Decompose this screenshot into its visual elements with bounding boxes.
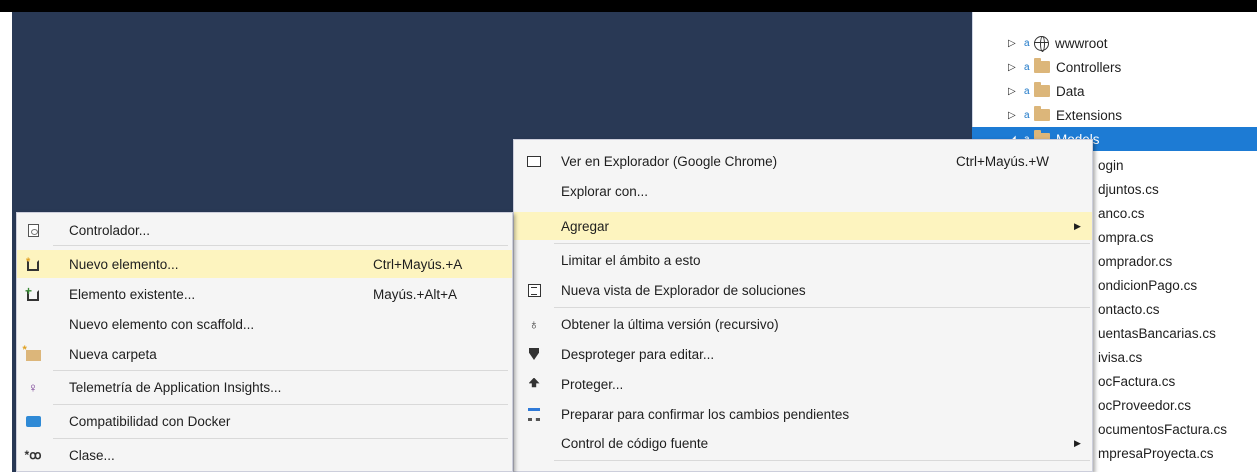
tree-file[interactable]: ocumentosFactura.cs	[1098, 417, 1257, 441]
menu-item-new-solution-explorer-view[interactable]: Nueva vista de Explorador de soluciones	[514, 276, 1092, 304]
menu-item-label: Nueva vista de Explorador de soluciones	[561, 282, 806, 298]
tree-file[interactable]: ogin	[1098, 153, 1257, 177]
tree-item-data[interactable]: ▷ a Data	[972, 79, 1257, 103]
tree-file[interactable]: ondicionPago.cs	[1098, 273, 1257, 297]
menu-separator	[53, 370, 508, 371]
add-submenu: Controlador... * Nuevo elemento... Ctrl+…	[16, 212, 513, 472]
tree-file[interactable]: omprador.cs	[1098, 249, 1257, 273]
menu-item-label: Proteger...	[561, 376, 624, 392]
menu-item-checkin[interactable]: Proteger...	[514, 370, 1092, 398]
tree-file[interactable]: anco.cs	[1098, 201, 1257, 225]
tree-file[interactable]: ocProveedor.cs	[1098, 393, 1257, 417]
folder-icon	[1034, 106, 1050, 121]
menu-item-label: Nueva carpeta	[69, 346, 157, 362]
menu-item-new-item[interactable]: * Nuevo elemento... Ctrl+Mayús.+A	[17, 250, 512, 278]
new-window-icon	[526, 282, 542, 298]
get-latest-icon: ♁	[528, 316, 540, 332]
tree-item-label: Controllers	[1056, 59, 1122, 75]
new-item-icon: *	[25, 256, 41, 272]
menu-item-label: Desproteger para editar...	[561, 346, 715, 362]
existing-item-icon: +	[25, 284, 41, 302]
tree-file[interactable]: mpresaProyecta.cs	[1098, 441, 1257, 465]
menu-separator	[53, 404, 508, 405]
menu-item-controller[interactable]: Controlador...	[17, 216, 512, 244]
new-folder-icon: *	[23, 344, 41, 362]
submenu-arrow-icon: ▶	[1074, 220, 1081, 231]
menu-item-label: Compatibilidad con Docker	[69, 413, 231, 429]
menu-item-label: Obtener la última versión (recursivo)	[561, 316, 779, 332]
menu-item-label: Ver en Explorador (Google Chrome)	[561, 153, 778, 169]
menu-separator	[53, 245, 508, 246]
docker-icon	[25, 413, 41, 429]
tree-item-label: Extensions	[1056, 107, 1123, 123]
folder-icon	[1034, 82, 1050, 97]
menu-item-label: Elemento existente...	[69, 286, 196, 302]
expand-triangle-icon[interactable]: ▷	[1008, 38, 1018, 49]
lock-icon: a	[1024, 85, 1030, 97]
menu-item-label: Limitar el ámbito a esto	[561, 252, 701, 268]
controller-icon	[25, 222, 41, 238]
tree-item-wwwroot[interactable]: ▷ a wwwroot	[972, 31, 1257, 55]
menu-item-class[interactable]: *ꝏ Clase...	[17, 441, 512, 469]
menu-item-label: Controlador...	[69, 222, 151, 238]
top-bar	[0, 0, 1257, 12]
menu-item-label: Telemetría de Application Insights...	[69, 379, 282, 395]
tree-item-controllers[interactable]: ▷ a Controllers	[972, 55, 1257, 79]
lock-icon: a	[1024, 37, 1030, 49]
class-icon: *ꝏ	[24, 448, 42, 462]
menu-item-label: Nuevo elemento...	[69, 256, 179, 272]
menu-separator	[554, 307, 1090, 308]
tree-file[interactable]: djuntos.cs	[1098, 177, 1257, 201]
menu-item-browse-with[interactable]: Explorar con...	[514, 177, 1092, 205]
menu-item-pending-changes[interactable]: Preparar para confirmar los cambios pend…	[514, 400, 1092, 428]
menu-separator	[53, 438, 508, 439]
menu-item-view-in-browser[interactable]: Ver en Explorador (Google Chrome) Ctrl+M…	[514, 147, 1092, 175]
lock-icon: a	[1024, 109, 1030, 121]
tree-item-label: Data	[1056, 83, 1085, 99]
folder-icon	[1034, 58, 1050, 73]
context-menu: Ver en Explorador (Google Chrome) Ctrl+M…	[513, 139, 1093, 472]
expand-triangle-icon[interactable]: ▷	[1008, 86, 1018, 97]
menu-item-docker[interactable]: Compatibilidad con Docker	[17, 407, 512, 435]
menu-item-scaffold[interactable]: Nuevo elemento con scaffold...	[17, 310, 512, 338]
menu-separator	[554, 460, 1090, 461]
browser-icon	[526, 153, 542, 169]
menu-item-scope-to-this[interactable]: Limitar el ámbito a esto	[514, 246, 1092, 274]
pending-changes-icon	[526, 406, 542, 422]
menu-item-new-folder[interactable]: * Nueva carpeta	[17, 340, 512, 368]
tree-file[interactable]: ompra.cs	[1098, 225, 1257, 249]
globe-icon	[1034, 35, 1049, 52]
menu-item-label: Nuevo elemento con scaffold...	[69, 316, 255, 332]
menu-item-shortcut: Mayús.+Alt+A	[373, 286, 458, 302]
tree-file[interactable]: ontacto.cs	[1098, 297, 1257, 321]
checkout-icon	[526, 346, 542, 362]
menu-separator	[554, 243, 1090, 244]
expand-triangle-icon[interactable]: ▷	[1008, 62, 1018, 73]
checkin-icon	[526, 376, 542, 392]
tree-file[interactable]: uentasBancarias.cs	[1098, 321, 1257, 345]
menu-item-shortcut: Ctrl+Mayús.+A	[373, 256, 463, 272]
submenu-arrow-icon: ▶	[1074, 437, 1081, 448]
menu-item-label: Agregar	[561, 218, 610, 234]
tree-file[interactable]: ocFactura.cs	[1098, 369, 1257, 393]
menu-item-checkout[interactable]: Desproteger para editar...	[514, 340, 1092, 368]
menu-item-app-insights[interactable]: ♀ Telemetría de Application Insights...	[17, 373, 512, 401]
menu-item-add[interactable]: Agregar ▶	[514, 212, 1092, 240]
menu-item-source-control[interactable]: Control de código fuente ▶	[514, 429, 1092, 457]
menu-item-shortcut: Ctrl+Mayús.+W	[956, 153, 1050, 169]
app-insights-icon: ♀	[28, 379, 38, 395]
tree-file[interactable]: ivisa.cs	[1098, 345, 1257, 369]
tree-item-extensions[interactable]: ▷ a Extensions	[972, 103, 1257, 127]
tree-item-label: wwwroot	[1055, 35, 1108, 51]
menu-item-label: Explorar con...	[561, 183, 649, 199]
menu-item-label: Preparar para confirmar los cambios pend…	[561, 406, 850, 422]
expand-triangle-icon[interactable]: ▷	[1008, 110, 1018, 121]
menu-item-get-latest[interactable]: ♁ Obtener la última versión (recursivo)	[514, 310, 1092, 338]
lock-icon: a	[1024, 61, 1030, 73]
menu-item-existing-item[interactable]: + Elemento existente... Mayús.+Alt+A	[17, 280, 512, 308]
menu-item-label: Clase...	[69, 447, 115, 463]
menu-item-label: Control de código fuente	[561, 435, 709, 451]
